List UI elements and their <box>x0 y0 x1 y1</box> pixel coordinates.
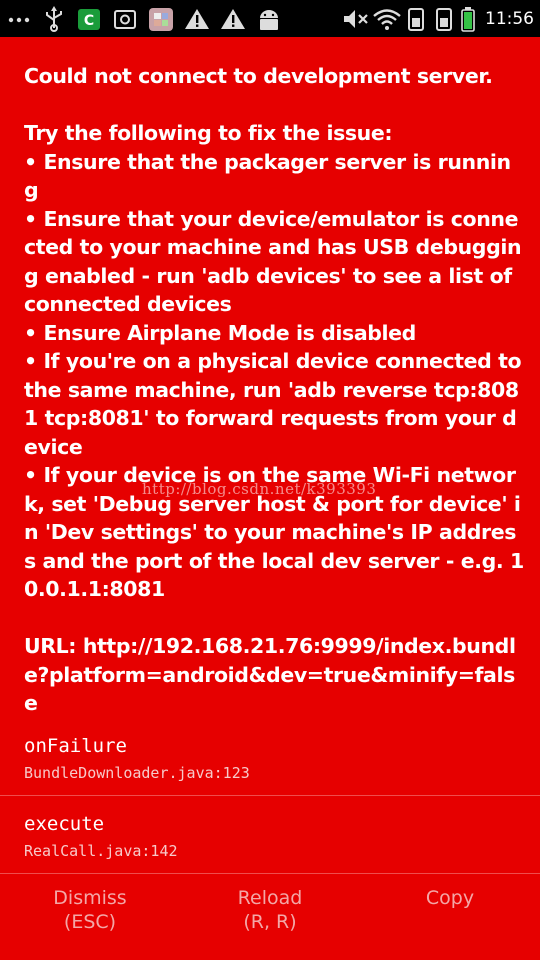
warning-icon <box>221 8 245 29</box>
stack-trace: onFailure BundleDownloader.java:123 exec… <box>0 718 540 874</box>
frame-file: RealCall.java:142 <box>24 842 178 860</box>
usb-icon <box>46 5 62 32</box>
status-bar-left: C <box>6 0 288 37</box>
dismiss-button[interactable]: Dismiss (ESC) <box>0 876 180 960</box>
bundle-url: URL: http://192.168.21.76:9999/index.bun… <box>24 634 516 715</box>
error-message: Could not connect to development server.… <box>24 62 524 718</box>
mute-icon <box>344 9 368 28</box>
android-icon <box>260 9 278 30</box>
bullet-adb-reverse: • If you're on a physical device connect… <box>24 349 522 459</box>
reload-button[interactable]: Reload (R, R) <box>180 876 360 960</box>
wifi-icon <box>373 8 401 30</box>
bullet-airplane-mode: • Ensure Airplane Mode is disabled <box>24 320 416 345</box>
gallery-icon <box>149 7 173 31</box>
battery-icon <box>461 6 475 32</box>
stack-frame[interactable]: execute RealCall.java:142 <box>0 796 540 874</box>
svg-text:C: C <box>84 13 94 29</box>
status-bar: C 11:56 <box>0 0 540 37</box>
dismiss-label: Dismiss <box>53 887 127 909</box>
dismiss-shortcut: (ESC) <box>63 911 117 933</box>
phone-icon <box>436 7 452 31</box>
button-bar: Dismiss (ESC) Reload (R, R) Copy <box>0 876 540 960</box>
frame-file: BundleDownloader.java:123 <box>24 764 250 782</box>
frame-method: execute <box>24 813 105 835</box>
stack-frame[interactable]: onFailure BundleDownloader.java:123 <box>0 718 540 796</box>
more-dots-icon <box>8 17 30 22</box>
status-bar-right: 11:56 <box>341 0 534 37</box>
bullet-wifi-network: • If your device is on the same Wi-Fi ne… <box>24 463 524 601</box>
app-icon: C <box>78 8 100 30</box>
screenshot-icon <box>114 9 136 29</box>
bullet-usb-debugging: • Ensure that your device/emulator is co… <box>24 206 522 317</box>
phone-icon <box>408 7 424 31</box>
frame-method: onFailure <box>24 735 127 757</box>
try-heading: Try the following to fix the issue: <box>24 121 393 145</box>
bullet-packager: • Ensure that the packager server is run… <box>24 149 511 203</box>
reload-label: Reload <box>237 887 303 909</box>
copy-label: Copy <box>425 887 475 909</box>
reload-shortcut: (R, R) <box>243 911 297 933</box>
status-bar-clock: 11:56 <box>485 8 534 29</box>
warning-icon <box>185 8 209 29</box>
error-title: Could not connect to development server. <box>24 64 493 88</box>
copy-button[interactable]: Copy <box>360 876 540 960</box>
